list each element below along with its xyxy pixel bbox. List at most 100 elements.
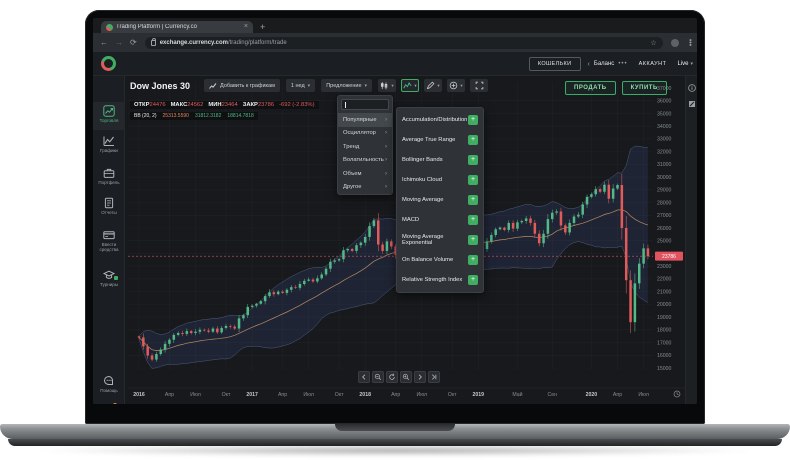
live-mode-selector[interactable]: Live ▾ bbox=[677, 61, 693, 67]
indicator-item[interactable]: MACD+ bbox=[397, 210, 483, 230]
trading-app: 2378615000160001700018000190002000021000… bbox=[93, 52, 697, 404]
indicator-item[interactable]: Average True Range+ bbox=[397, 130, 483, 150]
wallets-button[interactable]: КОШЕЛЬКИ bbox=[529, 57, 581, 71]
more-tools-button[interactable]: ▾ bbox=[447, 79, 465, 92]
refresh-icon[interactable]: ⟳ bbox=[130, 38, 137, 47]
address-bar[interactable]: exchange.currency.com/trading/platform/t… bbox=[145, 37, 663, 49]
add-indicator-button[interactable]: + bbox=[468, 235, 478, 245]
sidebar-item-portfolio[interactable]: Портфель bbox=[93, 164, 125, 192]
forward-icon[interactable]: → bbox=[115, 38, 123, 47]
sidebar-item-label: Отчеты bbox=[101, 210, 117, 215]
add-indicator-button[interactable]: + bbox=[468, 155, 478, 165]
new-tab-button[interactable]: + bbox=[260, 22, 265, 33]
sidebar-item-label: Турниры bbox=[100, 282, 118, 287]
sell-button[interactable]: ПРОДАТЬ bbox=[565, 81, 616, 95]
browser-url-bar: ← → ⟳ exchange.currency.com/trading/plat… bbox=[93, 33, 697, 52]
sidebar-item-settings[interactable]: Настройки bbox=[93, 400, 125, 404]
svg-text:17000: 17000 bbox=[657, 340, 672, 346]
svg-text:Апр: Апр bbox=[613, 392, 622, 398]
chevron-down-icon: ▾ bbox=[690, 61, 693, 67]
add-indicator-button[interactable]: + bbox=[468, 195, 478, 205]
svg-text:27000: 27000 bbox=[657, 213, 672, 219]
indicator-item[interactable]: Ichimoku Cloud+ bbox=[397, 170, 483, 190]
browser-tab-bar: Trading Platform | Currency.co × + bbox=[93, 18, 697, 33]
go-to-end-icon bbox=[430, 373, 438, 381]
add-indicator-button[interactable]: + bbox=[468, 175, 478, 185]
chevron-right-button[interactable] bbox=[414, 371, 426, 383]
category-item[interactable]: Объем› bbox=[338, 167, 392, 181]
svg-text:2019: 2019 bbox=[473, 392, 485, 398]
reset-zoom-button[interactable] bbox=[386, 371, 398, 383]
indicator-item[interactable]: Moving Average + bbox=[397, 190, 483, 210]
suggestions-dropdown[interactable]: Предложение▾ bbox=[321, 79, 372, 92]
fullscreen-button[interactable] bbox=[470, 79, 488, 92]
draw-tools-button[interactable]: ▾ bbox=[424, 79, 442, 92]
expand-panel-icon[interactable] bbox=[688, 100, 696, 108]
browser-menu-icon[interactable]: ••• bbox=[686, 39, 693, 46]
sidebar-item-charts[interactable]: Графики bbox=[93, 132, 125, 160]
add-indicator-button[interactable]: + bbox=[468, 135, 478, 145]
category-item[interactable]: Осциллятор› bbox=[338, 127, 392, 141]
reset-zoom-icon bbox=[388, 373, 396, 381]
svg-text:23786: 23786 bbox=[662, 254, 676, 260]
browser-tab[interactable]: Trading Platform | Currency.co × bbox=[101, 21, 253, 33]
indicator-item[interactable]: Accumulation/Distribution+ bbox=[397, 110, 483, 130]
tab-close-icon[interactable]: × bbox=[244, 24, 248, 30]
svg-text:Июл: Июл bbox=[416, 392, 427, 398]
indicator-label: Moving Average bbox=[402, 197, 443, 203]
sidebar-item-deposit[interactable]: Ввести средства bbox=[93, 226, 125, 260]
balance-more-icon[interactable]: ••• bbox=[618, 61, 627, 67]
go-to-end-button[interactable] bbox=[428, 371, 440, 383]
category-item[interactable]: Тренд› bbox=[338, 140, 392, 154]
add-indicator-button[interactable]: + bbox=[468, 115, 478, 125]
balance-label: Баланс bbox=[594, 61, 614, 67]
indicator-category-menu: Популярные›Осциллятор›Тренд›Волатильност… bbox=[337, 95, 393, 195]
svg-text:21000: 21000 bbox=[657, 289, 672, 295]
svg-text:33000: 33000 bbox=[657, 137, 672, 143]
chart-toolbar: Dow Jones 30 Добавить к графикам 1 нед▾ … bbox=[130, 79, 488, 92]
sidebar-item-trading[interactable]: Торговля bbox=[93, 102, 125, 130]
bookmark-star-icon[interactable]: ☆ bbox=[650, 39, 656, 47]
indicator-item[interactable]: Moving Average Exponential+ bbox=[397, 230, 483, 250]
indicator-item[interactable]: On Balance Volume+ bbox=[397, 250, 483, 270]
sidebar-item-tournaments[interactable]: Турниры bbox=[93, 266, 125, 294]
svg-text:34000: 34000 bbox=[657, 124, 672, 130]
chevron-left-button[interactable] bbox=[358, 371, 370, 383]
browser-profile-icon[interactable] bbox=[671, 39, 679, 47]
chart-type-button[interactable]: ▾ bbox=[378, 79, 396, 92]
timeframe-dropdown[interactable]: 1 нед▾ bbox=[286, 79, 315, 92]
sidebar-item-help[interactable]: Помощь bbox=[93, 372, 125, 400]
info-icon[interactable] bbox=[688, 84, 696, 92]
chevron-left-icon[interactable]: ‹ bbox=[588, 61, 590, 68]
balance-selector[interactable]: ‹ Баланс ••• bbox=[588, 61, 628, 68]
category-item[interactable]: Волатильность› bbox=[338, 154, 392, 168]
indicator-label: Moving Average Exponential bbox=[402, 234, 468, 246]
indicator-list-menu: Accumulation/Distribution+Average True R… bbox=[396, 107, 484, 293]
indicators-button[interactable]: ▾ bbox=[401, 79, 419, 92]
zoom-out-button[interactable] bbox=[372, 371, 384, 383]
account-label[interactable]: АККАУНТ bbox=[639, 61, 667, 67]
chevron-right-icon: › bbox=[385, 157, 387, 163]
badge bbox=[114, 276, 118, 280]
indicator-item[interactable]: Bollinger Bands+ bbox=[397, 150, 483, 170]
indicators-icon bbox=[403, 81, 412, 90]
sidebar-item-label: Ввести средства bbox=[93, 242, 125, 252]
add-to-charts-button[interactable]: Добавить к графикам bbox=[204, 79, 280, 92]
add-indicator-button[interactable]: + bbox=[468, 275, 478, 285]
svg-text:20000: 20000 bbox=[657, 302, 672, 308]
zoom-in-button[interactable] bbox=[400, 371, 412, 383]
category-item[interactable]: Популярные› bbox=[338, 113, 392, 127]
svg-text:Окт: Окт bbox=[448, 392, 457, 398]
indicator-item[interactable]: Relative Strength Index+ bbox=[397, 270, 483, 290]
back-icon[interactable]: ← bbox=[100, 38, 108, 47]
category-item[interactable]: Другое› bbox=[338, 181, 392, 195]
indicator-search-input[interactable] bbox=[341, 99, 389, 110]
add-indicator-button[interactable]: + bbox=[468, 215, 478, 225]
tab-title: Trading Platform | Currency.co bbox=[116, 24, 241, 30]
ssl-lock-icon bbox=[151, 40, 156, 46]
sidebar-item-reports[interactable]: Отчеты bbox=[93, 194, 125, 222]
add-indicator-button[interactable]: + bbox=[468, 255, 478, 265]
currency-logo-icon[interactable] bbox=[101, 56, 116, 71]
buy-button[interactable]: КУПИТЬ bbox=[622, 81, 667, 95]
live-label: Live bbox=[677, 61, 688, 67]
